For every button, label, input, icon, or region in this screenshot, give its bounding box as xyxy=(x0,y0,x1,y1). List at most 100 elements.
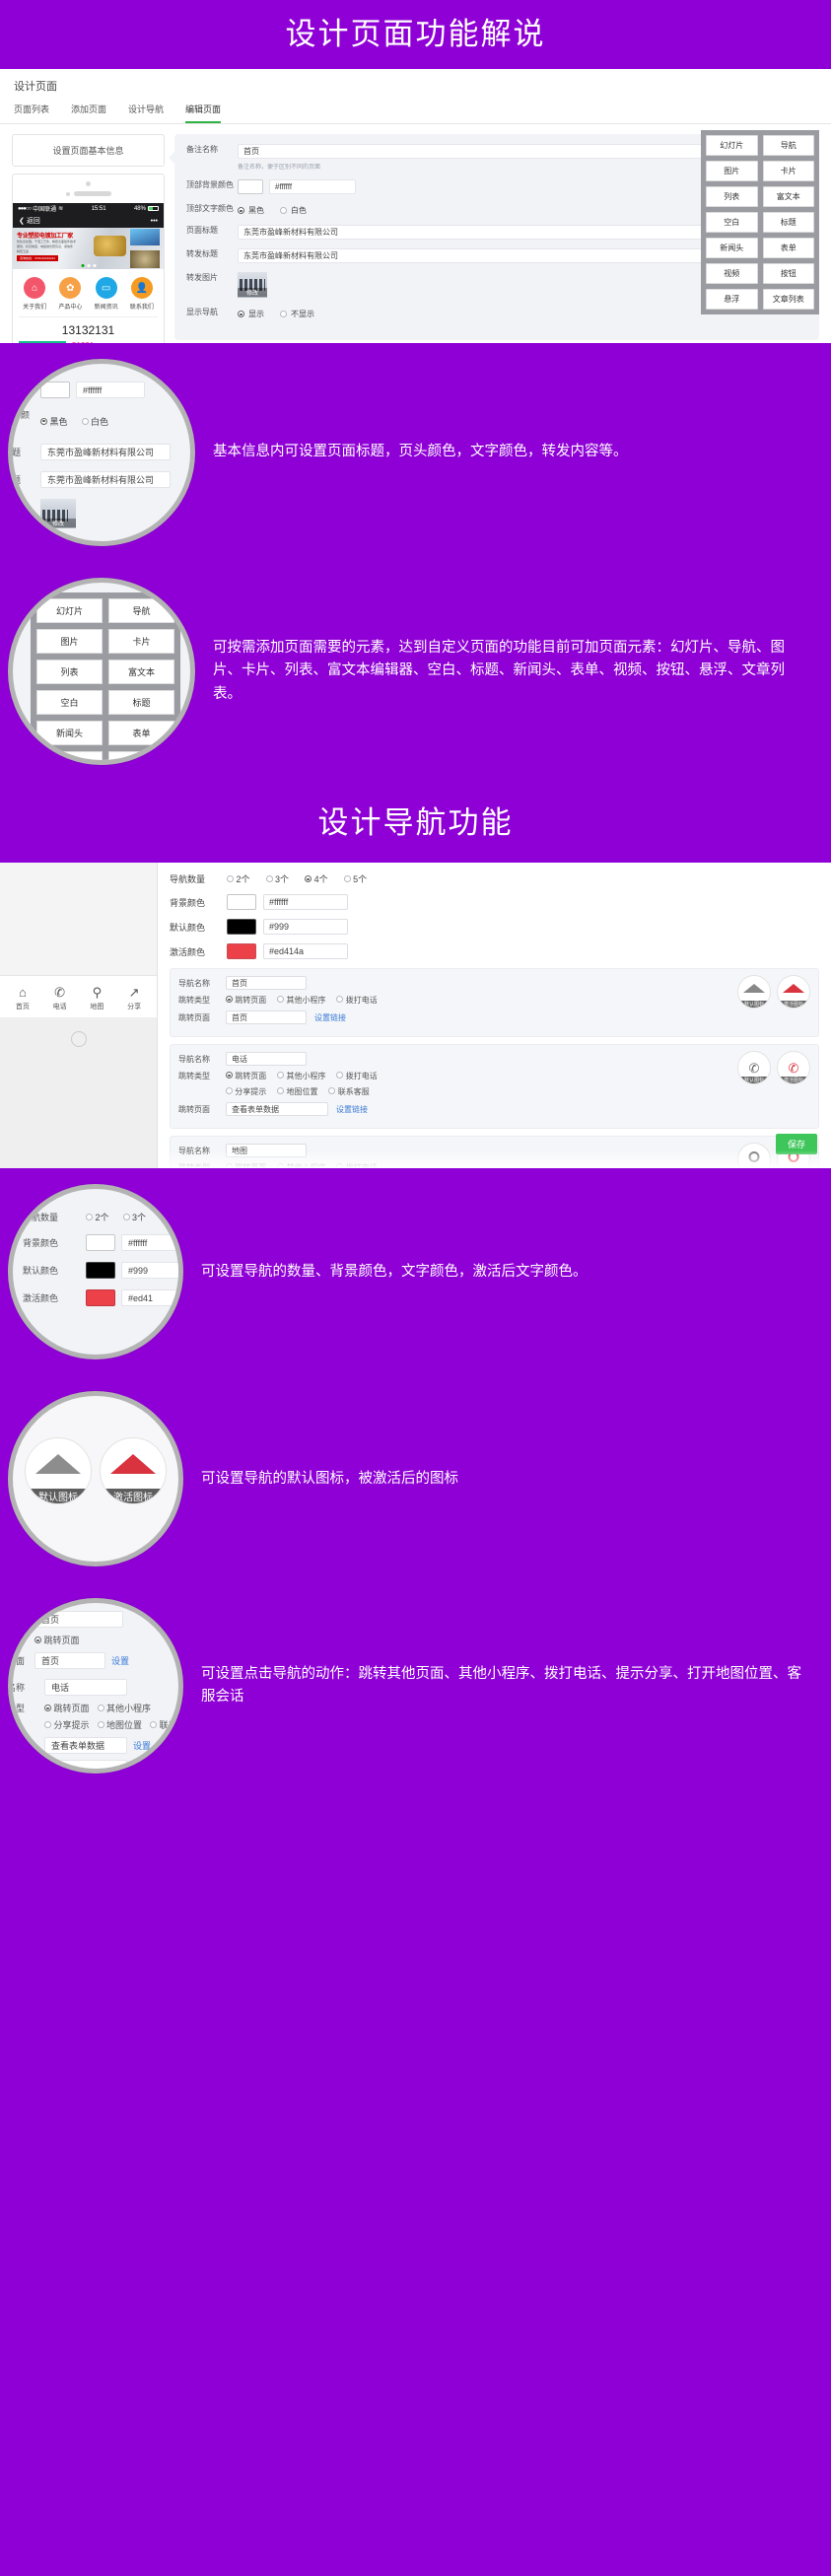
carousel-dots[interactable] xyxy=(81,264,96,268)
radio-other-miniapp[interactable]: 其他小程序 xyxy=(97,1702,151,1714)
radio-count-2[interactable]: 2个 xyxy=(86,1211,109,1223)
default-color-input[interactable]: #999 xyxy=(121,1262,178,1280)
color-swatch-white[interactable] xyxy=(86,1234,115,1252)
quick-link-news[interactable]: ▭ 新闻资讯 xyxy=(90,277,123,311)
radio-other-miniapp[interactable]: 其他小程序 xyxy=(277,995,325,1006)
set-link-button[interactable]: 设置链接 xyxy=(336,1104,368,1115)
nav-preview-item-map[interactable]: ⚲ 地图 xyxy=(81,986,112,1011)
nav-name-input[interactable]: 电话 xyxy=(44,1679,127,1697)
nav-name-input[interactable]: 电话 xyxy=(226,1052,307,1067)
radio-white[interactable]: 白色 xyxy=(81,415,108,428)
palette-item-magnified-11[interactable]: 按钮 xyxy=(108,751,174,761)
active-color-input[interactable]: #ed41 xyxy=(121,1289,178,1307)
default-icon-picker[interactable]: ✆ 默认图标 xyxy=(737,1051,771,1085)
radio-jump-page[interactable]: 跳转页面 xyxy=(226,1071,266,1081)
nav-preview-item-home[interactable]: ⌂ 首页 xyxy=(7,986,38,1011)
radio-jump-page[interactable]: 跳转页面 xyxy=(44,1702,90,1714)
radio-call-phone[interactable]: 拨打电话 xyxy=(336,1071,378,1081)
share-title-input[interactable]: 东莞市盈峰新材料有限公司 xyxy=(40,471,171,489)
active-color-input[interactable]: #ed414a xyxy=(263,943,348,960)
palette-item-4[interactable]: 列表 xyxy=(706,186,758,208)
radio-show[interactable]: 显示 xyxy=(238,309,264,319)
quick-link-about[interactable]: ⌂ 关于我们 xyxy=(18,277,51,311)
palette-item-9[interactable]: 表单 xyxy=(762,238,814,259)
color-swatch-red[interactable] xyxy=(227,943,256,960)
radio-jump-page[interactable]: 跳转页面 xyxy=(35,1634,80,1646)
palette-item-13[interactable]: 文章列表 xyxy=(762,289,814,311)
palette-item-0[interactable]: 幻灯片 xyxy=(706,135,758,157)
palette-item-1[interactable]: 导航 xyxy=(762,135,814,157)
radio-count-3[interactable]: 3个 xyxy=(122,1211,146,1223)
active-icon-preview[interactable]: 激活图标 xyxy=(100,1437,167,1505)
default-icon-picker[interactable]: 默认图标 xyxy=(737,975,771,1010)
top-bg-color-input[interactable]: #ffffff xyxy=(76,382,145,399)
palette-item-magnified-3[interactable]: 卡片 xyxy=(108,629,174,655)
radio-show[interactable]: 显示 xyxy=(40,539,68,541)
radio-hide[interactable]: 不显示 xyxy=(82,539,118,541)
default-icon-preview[interactable]: 默认图标 xyxy=(25,1437,92,1505)
palette-item-2[interactable]: 图片 xyxy=(706,161,758,182)
radio-count-5[interactable]: 5个 xyxy=(343,872,367,885)
palette-item-10[interactable]: 视频 xyxy=(706,263,758,285)
tab-add-page[interactable]: 添加页面 xyxy=(71,103,106,123)
palette-item-12[interactable]: 悬浮 xyxy=(706,289,758,311)
tab-page-list[interactable]: 页面列表 xyxy=(14,103,49,123)
nav-name-input[interactable]: 首页 xyxy=(226,976,307,991)
palette-item-11[interactable]: 按钮 xyxy=(762,263,814,285)
radio-white[interactable]: 白色 xyxy=(280,205,307,216)
tab-edit-page[interactable]: 编辑页面 xyxy=(185,103,222,124)
active-icon-picker[interactable]: 激活图标 xyxy=(777,975,810,1010)
quick-link-contact[interactable]: 👤 联系我们 xyxy=(125,277,159,311)
quick-link-products[interactable]: ✿ 产品中心 xyxy=(53,277,87,311)
tab-design-nav[interactable]: 设计导航 xyxy=(128,103,164,123)
color-swatch[interactable] xyxy=(238,179,263,195)
color-swatch-black[interactable] xyxy=(227,919,256,936)
palette-item-magnified-2[interactable]: 图片 xyxy=(36,629,103,655)
set-link-button[interactable]: 设置链接 xyxy=(314,1012,346,1023)
palette-item-magnified-4[interactable]: 列表 xyxy=(36,660,103,685)
page-title-input[interactable]: 东莞市盈峰新材料有限公司 xyxy=(40,444,171,461)
radio-contact-service[interactable]: 联系 xyxy=(150,1718,177,1731)
radio-black[interactable]: 黑色 xyxy=(238,205,264,216)
color-swatch-black[interactable] xyxy=(86,1262,115,1280)
default-color-input[interactable]: #999 xyxy=(263,919,348,936)
nav-preview-item-phone[interactable]: ✆ 电话 xyxy=(44,986,76,1011)
palette-item-5[interactable]: 富文本 xyxy=(762,186,814,208)
palette-item-magnified-5[interactable]: 富文本 xyxy=(108,660,174,685)
radio-count-2[interactable]: 2个 xyxy=(227,872,250,885)
nav-name-input[interactable] xyxy=(44,1760,127,1770)
radio-map-location[interactable]: 地图位置 xyxy=(277,1086,317,1097)
radio-count-4[interactable]: 4个 xyxy=(305,872,328,885)
bg-color-input[interactable]: #ffffff xyxy=(121,1234,178,1252)
palette-item-magnified-6[interactable]: 空白 xyxy=(36,690,103,716)
radio-share-tip[interactable]: 分享提示 xyxy=(44,1718,90,1731)
radio-jump-page[interactable]: 跳转页面 xyxy=(226,995,266,1006)
palette-item-7[interactable]: 标题 xyxy=(762,212,814,234)
palette-item-3[interactable]: 卡片 xyxy=(762,161,814,182)
set-link-button[interactable]: 设置 xyxy=(133,1739,151,1752)
palette-item-magnified-0[interactable]: 幻灯片 xyxy=(36,598,103,624)
radio-hide[interactable]: 不显示 xyxy=(280,309,314,319)
palette-item-magnified-1[interactable]: 导航 xyxy=(108,598,174,624)
target-page-select[interactable]: 查看表单数据 xyxy=(44,1737,127,1755)
target-page-select[interactable]: 首页 xyxy=(35,1652,105,1670)
palette-item-6[interactable]: 空白 xyxy=(706,212,758,234)
set-link-button[interactable]: 设置 xyxy=(111,1654,129,1667)
back-button[interactable]: ❮ 返回 xyxy=(19,216,40,226)
edit-image-button[interactable]: 修改 xyxy=(40,519,76,528)
radio-contact-service[interactable]: 联系客服 xyxy=(328,1086,370,1097)
radio-black[interactable]: 黑色 xyxy=(40,415,68,428)
radio-call-phone[interactable]: 拨打电话 xyxy=(336,995,378,1006)
bg-color-input[interactable]: #ffffff xyxy=(263,894,348,911)
target-page-select[interactable]: 首页 xyxy=(226,1010,307,1025)
color-swatch[interactable] xyxy=(40,382,70,399)
active-icon-picker[interactable]: ✆ 激活图标 xyxy=(777,1051,810,1085)
color-swatch-white[interactable] xyxy=(227,894,256,911)
nav-preview-item-share[interactable]: ↗ 分享 xyxy=(118,986,150,1011)
basic-info-button[interactable]: 设置页面基本信息 xyxy=(12,134,165,168)
radio-count-3[interactable]: 3个 xyxy=(265,872,289,885)
more-icon[interactable]: ••• xyxy=(151,218,158,225)
radio-other-miniapp[interactable]: 其他小程序 xyxy=(277,1071,325,1081)
edit-image-button[interactable]: 修改 xyxy=(238,288,267,298)
radio-share-tip[interactable]: 分享提示 xyxy=(226,1086,266,1097)
